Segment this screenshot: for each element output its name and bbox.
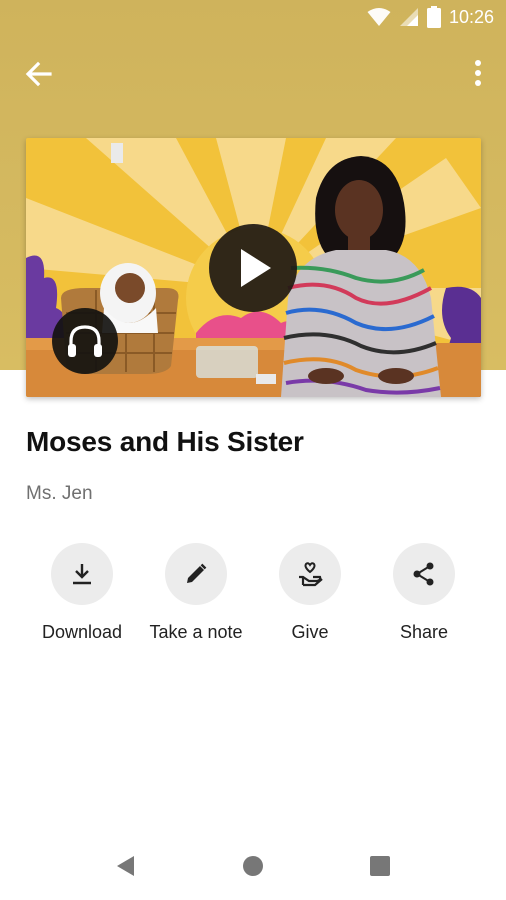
give-circle [279, 543, 341, 605]
share-label: Share [399, 622, 449, 642]
give-heart-hand-icon [299, 562, 323, 587]
back-button[interactable] [22, 60, 56, 88]
give-button[interactable]: Give [250, 543, 370, 643]
nav-back-button[interactable] [114, 854, 138, 878]
take-a-note-label: Take a note [149, 622, 243, 642]
speaker-name: Ms. Jen [26, 483, 93, 504]
app-bar [0, 48, 506, 100]
download-icon [73, 564, 91, 585]
signal-icon [399, 8, 418, 26]
download-label: Download [41, 622, 123, 642]
audio-only-button[interactable] [52, 308, 118, 374]
share-button[interactable]: Share [364, 543, 484, 643]
nav-home-button[interactable] [241, 854, 265, 878]
video-thumbnail[interactable] [26, 138, 481, 397]
more-options-button[interactable] [468, 58, 488, 88]
take-a-note-circle [165, 543, 227, 605]
square-recents-icon [370, 856, 390, 876]
status-bar: 10:26 [0, 0, 506, 36]
circle-home-icon [243, 856, 263, 876]
wifi-icon [367, 8, 391, 26]
nav-recents-button[interactable] [368, 854, 392, 878]
headphones-icon [68, 325, 102, 357]
download-button[interactable]: Download [22, 543, 142, 643]
triangle-back-icon [117, 856, 134, 876]
pencil-icon [187, 563, 207, 583]
system-navigation-bar [0, 830, 506, 900]
more-vert-icon [475, 60, 481, 86]
status-time: 10:26 [448, 6, 494, 27]
download-circle [51, 543, 113, 605]
action-row: Download Take a note Give Share [0, 543, 506, 653]
content-title: Moses and His Sister [26, 426, 304, 457]
give-label: Give [291, 622, 329, 642]
play-button[interactable] [209, 224, 297, 312]
play-icon [241, 249, 271, 287]
share-circle [393, 543, 455, 605]
battery-icon [426, 6, 441, 28]
share-icon [413, 562, 434, 586]
take-a-note-button[interactable]: Take a note [136, 543, 256, 643]
arrow-back-icon [25, 61, 52, 87]
